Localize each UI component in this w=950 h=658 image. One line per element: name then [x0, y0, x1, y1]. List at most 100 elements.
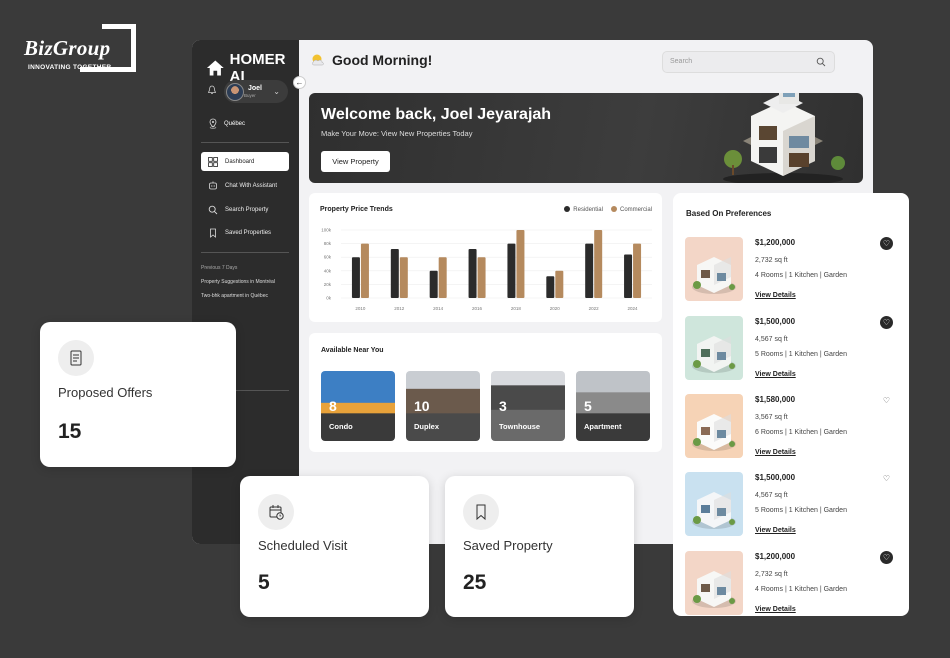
view-details-link[interactable]: View Details	[755, 292, 796, 299]
bar-residential-2014[interactable]	[429, 270, 438, 298]
category-duplex[interactable]: 10 Duplex	[406, 371, 480, 441]
home-icon	[206, 60, 224, 76]
avatar	[226, 82, 244, 101]
view-property-button[interactable]: View Property	[321, 151, 390, 172]
property-area: 4,567 sq ft	[755, 492, 788, 499]
category-condo[interactable]: 8 Condo	[321, 371, 395, 441]
divider	[201, 252, 289, 253]
heart-icon[interactable]: ♡	[880, 237, 893, 250]
location-pin-icon	[209, 118, 217, 129]
property-thumbnail	[685, 237, 743, 301]
stat-value: 5	[258, 571, 270, 594]
category-townhouse[interactable]: 3 Townhouse	[491, 371, 565, 441]
property-area: 2,732 sq ft	[755, 257, 788, 264]
property-features: 6 Rooms | 1 Kitchen | Garden	[755, 429, 847, 436]
nav-label: Chat With Assistant	[225, 182, 278, 189]
sidebar: HOMER AI Joel Buyer ⌄ Québec Dashboard C…	[192, 40, 299, 544]
x-tick-label: 2014	[433, 306, 444, 311]
property-thumbnail	[685, 472, 743, 536]
bar-commercial-2018[interactable]	[516, 230, 525, 298]
bar-commercial-2014[interactable]	[438, 257, 447, 298]
history-item[interactable]: Property Suggestions in Montréal	[201, 279, 275, 285]
nav-search-property[interactable]: Search Property	[201, 200, 289, 219]
search-placeholder: Search	[670, 58, 693, 65]
bar-residential-2012[interactable]	[390, 249, 399, 298]
welcome-title: Welcome back, Joel Jeyarajah	[321, 106, 552, 123]
nav-label: Search Property	[225, 206, 269, 213]
search-icon[interactable]	[816, 57, 826, 67]
collapse-sidebar-button[interactable]: ←	[293, 76, 306, 89]
available-near-you: Available Near You 8 Condo 10 Duplex 3 T…	[309, 333, 662, 452]
category-label: Apartment	[584, 422, 622, 431]
preferences-title: Based On Preferences	[686, 209, 772, 218]
property-card[interactable]: $1,580,000 3,567 sq ft 6 Rooms | 1 Kitchen…	[685, 394, 905, 464]
search-input[interactable]: Search	[662, 51, 835, 73]
heart-icon[interactable]: ♡	[880, 316, 893, 329]
view-details-link[interactable]: View Details	[755, 371, 796, 378]
bar-residential-2022[interactable]	[585, 243, 594, 298]
property-price: $1,500,000	[755, 317, 796, 326]
preferences-panel: Based On Preferences $1,200,000 2,732 sq …	[673, 193, 909, 616]
bell-icon[interactable]	[207, 85, 217, 95]
nav-label: Saved Properties	[225, 229, 272, 236]
category-count: 8	[329, 398, 337, 414]
stat-value: 25	[463, 571, 487, 594]
property-card[interactable]: $1,200,000 2,732 sq ft 4 Rooms | 1 Kitchen…	[685, 237, 905, 307]
nav-chat[interactable]: Chat With Assistant	[201, 176, 289, 195]
nav-saved-properties[interactable]: Saved Properties	[201, 223, 289, 242]
bar-commercial-2024[interactable]	[633, 243, 642, 298]
property-price: $1,200,000	[755, 238, 796, 247]
heart-icon[interactable]: ♡	[880, 394, 893, 407]
house-illustration	[723, 93, 845, 183]
heart-icon[interactable]: ♡	[880, 472, 893, 485]
category-apartment[interactable]: 5 Apartment	[576, 371, 650, 441]
document-icon	[58, 340, 94, 376]
user-role: Buyer	[244, 93, 256, 98]
property-features: 4 Rooms | 1 Kitchen | Garden	[755, 272, 847, 279]
brand-name: BizGroup	[24, 36, 111, 60]
bar-commercial-2022[interactable]	[594, 230, 603, 298]
category-label: Condo	[329, 422, 353, 431]
property-features: 4 Rooms | 1 Kitchen | Garden	[755, 586, 847, 593]
nav-dashboard[interactable]: Dashboard	[201, 152, 289, 171]
welcome-subtitle: Make Your Move: View New Properties Toda…	[321, 129, 473, 138]
property-thumbnail	[685, 316, 743, 380]
nav-label: Dashboard	[225, 158, 255, 165]
bar-residential-2024[interactable]	[624, 254, 633, 298]
location-selector[interactable]: Québec	[208, 118, 245, 129]
bar-residential-2016[interactable]	[468, 249, 477, 298]
property-price: $1,580,000	[755, 395, 796, 404]
bar-commercial-2016[interactable]	[477, 257, 486, 298]
property-card[interactable]: $1,500,000 4,567 sq ft 5 Rooms | 1 Kitchen…	[685, 316, 905, 386]
bar-residential-2010[interactable]	[351, 257, 360, 298]
heart-icon[interactable]: ♡	[880, 551, 893, 564]
bookmark-icon	[463, 494, 499, 530]
chat-icon	[209, 181, 217, 189]
x-tick-label: 2024	[628, 306, 639, 311]
x-tick-label: 2010	[355, 306, 366, 311]
divider	[201, 142, 289, 143]
history-item[interactable]: Two-bhk apartment in Québec	[201, 293, 268, 299]
view-details-link[interactable]: View Details	[755, 449, 796, 456]
bar-residential-2020[interactable]	[546, 276, 555, 298]
bar-commercial-2020[interactable]	[555, 270, 564, 298]
brand-tagline: INNOVATING TOGETHER	[28, 64, 112, 71]
bar-residential-2018[interactable]	[507, 243, 516, 298]
property-price: $1,500,000	[755, 473, 796, 482]
stat-label: Proposed Offers	[58, 385, 153, 400]
y-tick-label: 40k	[324, 268, 332, 273]
bar-commercial-2012[interactable]	[399, 257, 408, 298]
property-card[interactable]: $1,500,000 4,567 sq ft 5 Rooms | 1 Kitchen…	[685, 472, 905, 542]
user-menu[interactable]: Joel Buyer ⌄	[224, 80, 288, 103]
property-area: 2,732 sq ft	[755, 571, 788, 578]
view-details-link[interactable]: View Details	[755, 606, 796, 613]
location-label: Québec	[224, 120, 246, 127]
y-tick-label: 80k	[324, 241, 332, 246]
dashboard-icon	[208, 156, 218, 167]
bar-commercial-2010[interactable]	[360, 243, 369, 298]
view-details-link[interactable]: View Details	[755, 527, 796, 534]
property-features: 5 Rooms | 1 Kitchen | Garden	[755, 507, 847, 514]
stat-card-saved-property: Saved Property 25	[445, 476, 634, 617]
category-count: 10	[414, 398, 430, 414]
property-card[interactable]: $1,200,000 2,732 sq ft 4 Rooms | 1 Kitchen…	[685, 551, 905, 621]
